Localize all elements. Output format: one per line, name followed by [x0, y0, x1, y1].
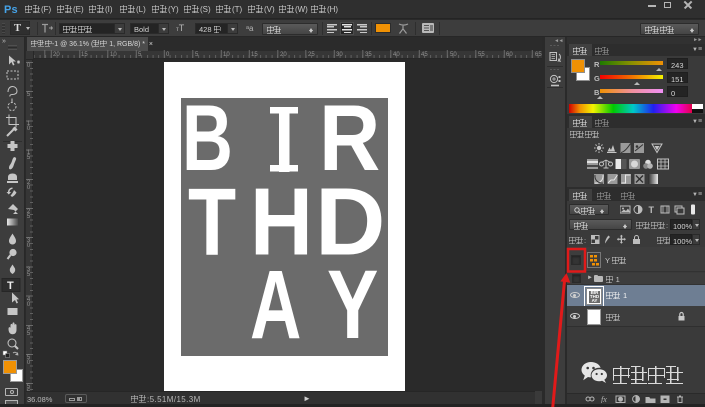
svg-text:»: » [2, 38, 6, 45]
svg-text:T: T [649, 205, 655, 215]
svg-text:fx: fx [601, 395, 607, 403]
svg-text:T: T [7, 280, 14, 292]
